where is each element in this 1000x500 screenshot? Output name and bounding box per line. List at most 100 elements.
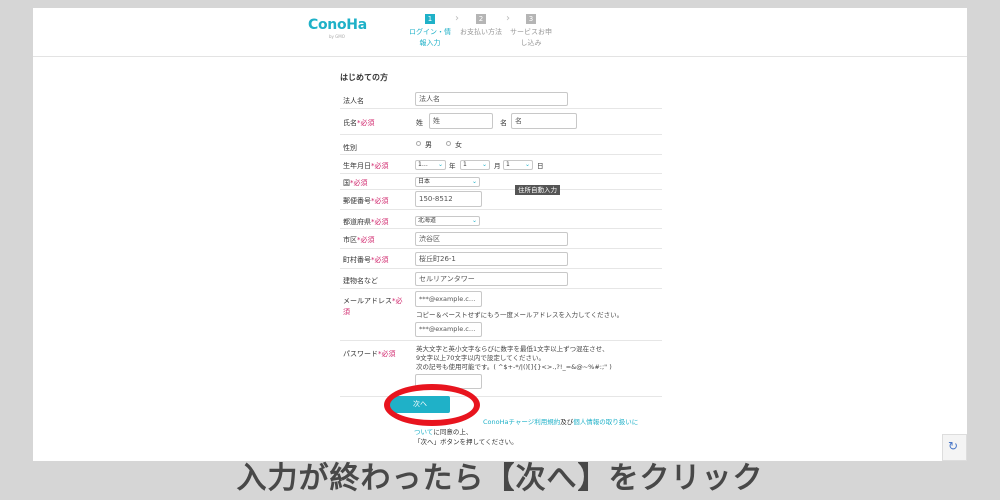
row-city: 市区*必須 渋谷区 xyxy=(340,229,662,249)
last-name-input[interactable]: 姓 xyxy=(429,113,493,129)
browser-page: ConoHa by GMO 1 ログイン・情 報入力 › 2 お支払い方法 › … xyxy=(33,8,967,461)
step-3: 3 サービスお申 し込み xyxy=(504,14,558,49)
birth-month-select[interactable]: 1 ⌄ xyxy=(460,160,490,170)
prefecture-label: 都道府県*必須 xyxy=(343,217,389,227)
company-label: 法人名 xyxy=(343,97,364,105)
email-label-text: メールアドレス xyxy=(343,297,392,305)
chevron-down-icon: ⌄ xyxy=(471,178,477,185)
prefecture-required: *必須 xyxy=(371,218,389,226)
row-building: 建物名など セルリアンタワー xyxy=(340,269,662,289)
building-input[interactable]: セルリアンタワー xyxy=(415,272,568,286)
name-label: 氏名*必須 xyxy=(343,118,375,128)
radio-dot-icon xyxy=(416,141,421,146)
step-1-label-line2: 報入力 xyxy=(419,39,441,47)
step-1-number: 1 xyxy=(425,14,435,24)
form-intro: はじめての方 xyxy=(340,73,388,82)
country-label: 国*必須 xyxy=(343,178,368,188)
caption-text: 入力が終わったら【次へ】をクリック xyxy=(236,461,764,496)
password-label-text: パスワード xyxy=(343,350,378,358)
prefecture-label-text: 都道府県 xyxy=(343,218,371,226)
logo-subtext: by GMO xyxy=(329,34,345,39)
birth-month-value: 1 xyxy=(463,161,467,168)
building-label: 建物名など xyxy=(343,277,378,285)
town-label: 町村番号*必須 xyxy=(343,255,389,265)
city-required: *必須 xyxy=(357,236,375,244)
password-note-2: 9文字以上70文字以内で設定してください。 xyxy=(416,354,546,362)
agreement-press-next: 「次へ」ボタンを押してください。 xyxy=(414,438,518,446)
city-label-text: 市区 xyxy=(343,236,357,244)
auto-address-button[interactable]: 住所自動入力 xyxy=(515,185,560,195)
radio-dot-icon xyxy=(446,141,451,146)
prefecture-value: 北海道 xyxy=(418,217,437,224)
gender-male-radio[interactable]: 男 xyxy=(416,140,432,150)
agreement-and: 及び xyxy=(560,418,574,426)
birthday-required: *必須 xyxy=(371,162,389,170)
row-email: メールアドレス*必須 ***@example.c… コピー＆ペーストせずにもう一… xyxy=(340,289,662,341)
step-1-label-line1: ログイン・情 xyxy=(409,28,451,36)
country-label-text: 国 xyxy=(343,179,350,187)
name-label-text: 氏名 xyxy=(343,119,357,127)
town-required: *必須 xyxy=(371,256,389,264)
town-input[interactable]: 桜丘町26-1 xyxy=(415,252,568,266)
privacy-link-cont[interactable]: ついて xyxy=(414,428,433,436)
prefecture-select[interactable]: 北海道 ⌄ xyxy=(415,216,480,226)
email-required-part1: *必 xyxy=(392,297,403,305)
name-required: *必須 xyxy=(357,119,375,127)
email-label: メールアドレス*必須 xyxy=(343,296,403,318)
chevron-down-icon: ⌄ xyxy=(471,217,477,224)
row-company: 法人名 法人名 xyxy=(340,91,662,109)
step-3-number: 3 xyxy=(526,14,536,24)
row-postal: 郵便番号*必須 150-8512 xyxy=(340,190,662,210)
page-header: ConoHa by GMO 1 ログイン・情 報入力 › 2 お支払い方法 › … xyxy=(33,8,967,57)
email-confirm-note: コピー＆ペーストせずにもう一度メールアドレスを入力してください。 xyxy=(416,311,624,319)
chevron-down-icon: ⌄ xyxy=(481,161,487,168)
gender-female-radio[interactable]: 女 xyxy=(446,140,462,150)
step-1: 1 ログイン・情 報入力 xyxy=(403,14,457,49)
first-name-label: 名 xyxy=(500,119,507,127)
company-input[interactable]: 法人名 xyxy=(415,92,568,106)
email-required-part2: 須 xyxy=(343,308,350,316)
month-unit: 月 xyxy=(494,162,501,170)
gender-female-label: 女 xyxy=(455,141,462,149)
birth-day-value: 1 xyxy=(506,161,510,168)
password-note-3: 次の記号も使用可能です。( ^$+-*/|()[]{}<>.,?!_=&@~%#… xyxy=(416,363,612,371)
conoha-logo[interactable]: ConoHa xyxy=(308,17,367,33)
row-birthday: 生年月日*必須 1… ⌄ 年 1 ⌄ 月 1 ⌄ 日 xyxy=(340,155,662,174)
privacy-link[interactable]: 個人情報の取り扱いに xyxy=(573,418,638,426)
chevron-down-icon: ⌄ xyxy=(524,161,530,168)
step-2-label: お支払い方法 xyxy=(460,28,502,36)
birthday-label-text: 生年月日 xyxy=(343,162,371,170)
email-confirm-input[interactable]: ***@example.c… xyxy=(415,322,482,337)
row-town: 町村番号*必須 桜丘町26-1 xyxy=(340,249,662,269)
gender-male-label: 男 xyxy=(425,141,432,149)
country-required: *必須 xyxy=(350,179,368,187)
country-value: 日本 xyxy=(418,178,431,185)
row-name: 氏名*必須 姓 姓 名 名 xyxy=(340,109,662,135)
row-password: パスワード*必須 英大文字と英小文字ならびに数字を最低1文字以上ずつ混在させ、 … xyxy=(340,341,662,397)
birth-year-select[interactable]: 1… ⌄ xyxy=(415,160,446,170)
agreement-consent: に同意の上、 xyxy=(433,428,473,436)
city-input[interactable]: 渋谷区 xyxy=(415,232,568,246)
year-unit: 年 xyxy=(449,162,456,170)
birth-day-select[interactable]: 1 ⌄ xyxy=(503,160,533,170)
step-3-label-line2: し込み xyxy=(520,39,542,47)
step-2-number: 2 xyxy=(476,14,486,24)
gender-label: 性別 xyxy=(343,144,357,152)
postal-input[interactable]: 150-8512 xyxy=(415,191,482,207)
first-name-input[interactable]: 名 xyxy=(511,113,577,129)
day-unit: 日 xyxy=(537,162,544,170)
step-2: 2 お支払い方法 xyxy=(454,14,508,38)
last-name-label: 姓 xyxy=(416,119,423,127)
email-input[interactable]: ***@example.c… xyxy=(415,291,482,307)
postal-label: 郵便番号*必須 xyxy=(343,196,389,206)
highlight-circle xyxy=(384,384,480,426)
birthday-label: 生年月日*必須 xyxy=(343,161,389,171)
country-select[interactable]: 日本 ⌄ xyxy=(415,177,480,187)
row-country: 国*必須 日本 ⌄ xyxy=(340,174,662,190)
row-gender: 性別 男 女 xyxy=(340,135,662,155)
chevron-down-icon: ⌄ xyxy=(437,161,443,168)
terms-link[interactable]: ConoHaチャージ利用規約 xyxy=(483,418,560,426)
password-label: パスワード*必須 xyxy=(343,349,396,359)
recaptcha-badge[interactable]: ↻ xyxy=(942,434,967,461)
password-required: *必須 xyxy=(378,350,396,358)
